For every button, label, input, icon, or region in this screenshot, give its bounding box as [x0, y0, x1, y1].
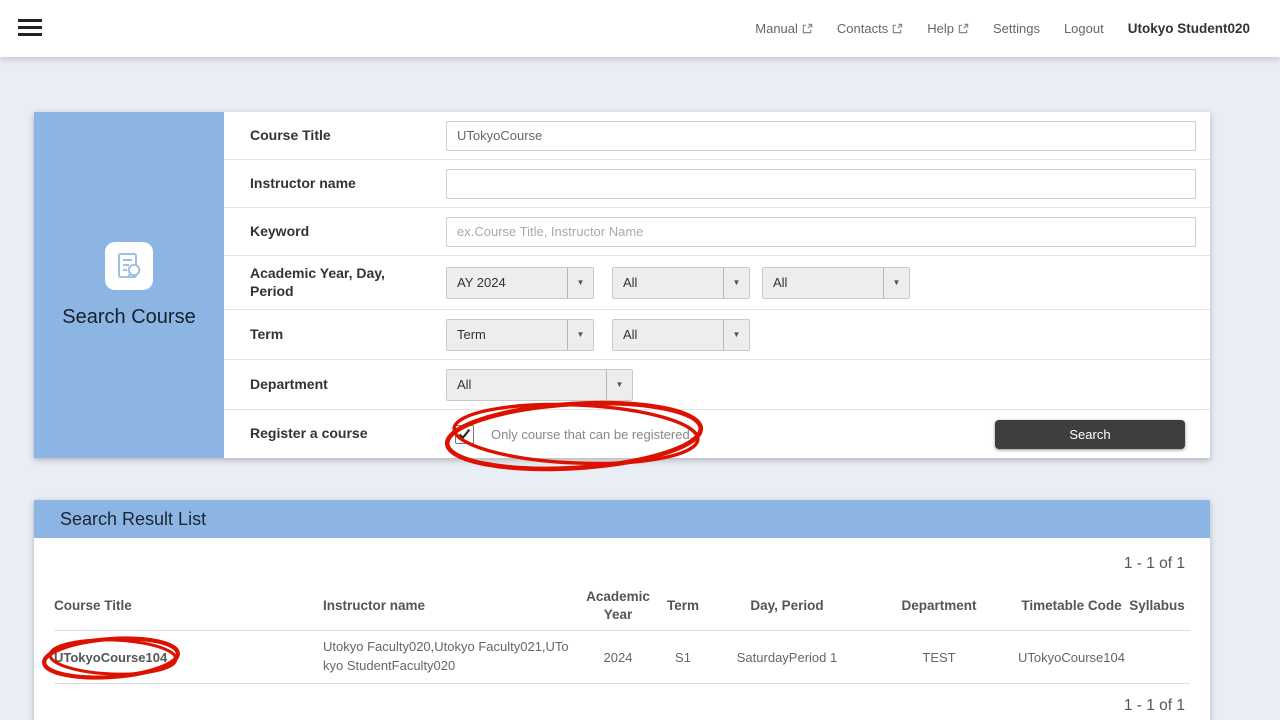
header-nav: Manual Contacts Help Settings Logout Uto…	[755, 21, 1280, 36]
search-course-sidebar: Search Course	[34, 112, 224, 458]
search-result-panel: Search Result List 1 - 1 of 1 Course Tit…	[34, 500, 1210, 720]
keyword-input[interactable]	[446, 217, 1196, 247]
chevron-down-icon: ▼	[567, 320, 593, 350]
department-label: Department	[250, 376, 446, 394]
nav-settings-link[interactable]: Settings	[993, 21, 1040, 36]
chevron-down-icon: ▼	[606, 370, 632, 400]
result-term: S1	[651, 631, 715, 683]
result-academic-year: 2024	[585, 631, 651, 683]
department-select[interactable]: All ▼	[446, 369, 633, 401]
nav-logout-label: Logout	[1064, 21, 1104, 36]
course-title-row: Course Title	[224, 112, 1210, 159]
result-timetable-code: UTokyoCourse104	[1019, 631, 1124, 683]
result-department: TEST	[859, 631, 1019, 683]
search-course-title: Search Course	[62, 306, 195, 329]
course-title-label: Course Title	[250, 127, 446, 145]
logged-in-user-name: Utokyo Student020	[1128, 21, 1250, 36]
term-value-select[interactable]: All ▼	[612, 319, 750, 351]
day-select[interactable]: All ▼	[612, 267, 750, 299]
register-course-label: Register a course	[250, 425, 446, 443]
search-result-list-title: Search Result List	[60, 509, 206, 530]
instructor-name-label: Instructor name	[250, 175, 446, 193]
col-syllabus: Syllabus	[1124, 581, 1190, 630]
search-course-icon	[105, 242, 153, 290]
keyword-label: Keyword	[250, 223, 446, 241]
result-instructor: Utokyo Faculty020,Utokyo Faculty021,UTok…	[323, 631, 585, 683]
results-table: Course Title Instructor name Academic Ye…	[54, 581, 1190, 684]
search-form: Course Title Instructor name Keyword Aca…	[224, 112, 1210, 458]
chevron-down-icon: ▼	[567, 268, 593, 298]
academic-year-select[interactable]: AY 2024 ▼	[446, 267, 594, 299]
search-course-panel: Search Course Course Title Instructor na…	[34, 112, 1210, 458]
checkmark-icon	[458, 428, 471, 441]
col-day-period: Day, Period	[715, 581, 859, 630]
instructor-name-input[interactable]	[446, 169, 1196, 199]
search-button[interactable]: Search	[995, 420, 1185, 449]
result-syllabus	[1124, 631, 1190, 683]
period-select[interactable]: All ▼	[762, 267, 910, 299]
nav-help-link[interactable]: Help	[927, 21, 969, 36]
nav-logout-link[interactable]: Logout	[1064, 21, 1104, 36]
only-registerable-label: Only course that can be registered.	[491, 427, 693, 442]
external-link-icon	[802, 23, 813, 34]
col-term: Term	[651, 581, 715, 630]
col-course-title: Course Title	[54, 581, 323, 630]
term-type-select[interactable]: Term ▼	[446, 319, 594, 351]
academic-year-day-period-label: Academic Year, Day, Period	[250, 265, 446, 300]
keyword-row: Keyword	[224, 207, 1210, 255]
nav-help-label: Help	[927, 21, 954, 36]
department-row: Department All ▼	[224, 359, 1210, 409]
nav-manual-label: Manual	[755, 21, 798, 36]
nav-contacts-link[interactable]: Contacts	[837, 21, 903, 36]
results-table-header-row: Course Title Instructor name Academic Ye…	[54, 581, 1190, 631]
term-row: Term Term ▼ All ▼	[224, 309, 1210, 359]
academic-year-day-period-row: Academic Year, Day, Period AY 2024 ▼ All…	[224, 255, 1210, 309]
instructor-name-row: Instructor name	[224, 159, 1210, 207]
external-link-icon	[958, 23, 969, 34]
chevron-down-icon: ▼	[723, 320, 749, 350]
result-course-title-link[interactable]: UTokyoCourse104	[54, 650, 167, 665]
pagination-bottom: 1 - 1 of 1	[34, 684, 1210, 715]
register-course-row: Register a course Only course that can b…	[224, 409, 1210, 458]
col-department: Department	[859, 581, 1019, 630]
menu-icon[interactable]	[18, 19, 42, 36]
external-link-icon	[892, 23, 903, 34]
result-day-period: SaturdayPeriod 1	[715, 631, 859, 683]
chevron-down-icon: ▼	[883, 268, 909, 298]
nav-manual-link[interactable]: Manual	[755, 21, 813, 36]
nav-settings-label: Settings	[993, 21, 1040, 36]
col-academic-year: Academic Year	[585, 581, 651, 630]
only-registerable-checkbox[interactable]	[455, 425, 474, 444]
course-title-input[interactable]	[446, 121, 1196, 151]
col-instructor: Instructor name	[323, 581, 585, 630]
search-result-list-header: Search Result List	[34, 500, 1210, 538]
chevron-down-icon: ▼	[723, 268, 749, 298]
term-label: Term	[250, 326, 446, 344]
table-row: UTokyoCourse104 Utokyo Faculty020,Utokyo…	[54, 631, 1190, 684]
top-header-bar: Manual Contacts Help Settings Logout Uto…	[0, 0, 1280, 57]
pagination-top: 1 - 1 of 1	[34, 538, 1210, 573]
nav-contacts-label: Contacts	[837, 21, 888, 36]
col-timetable-code: Timetable Code	[1019, 581, 1124, 630]
